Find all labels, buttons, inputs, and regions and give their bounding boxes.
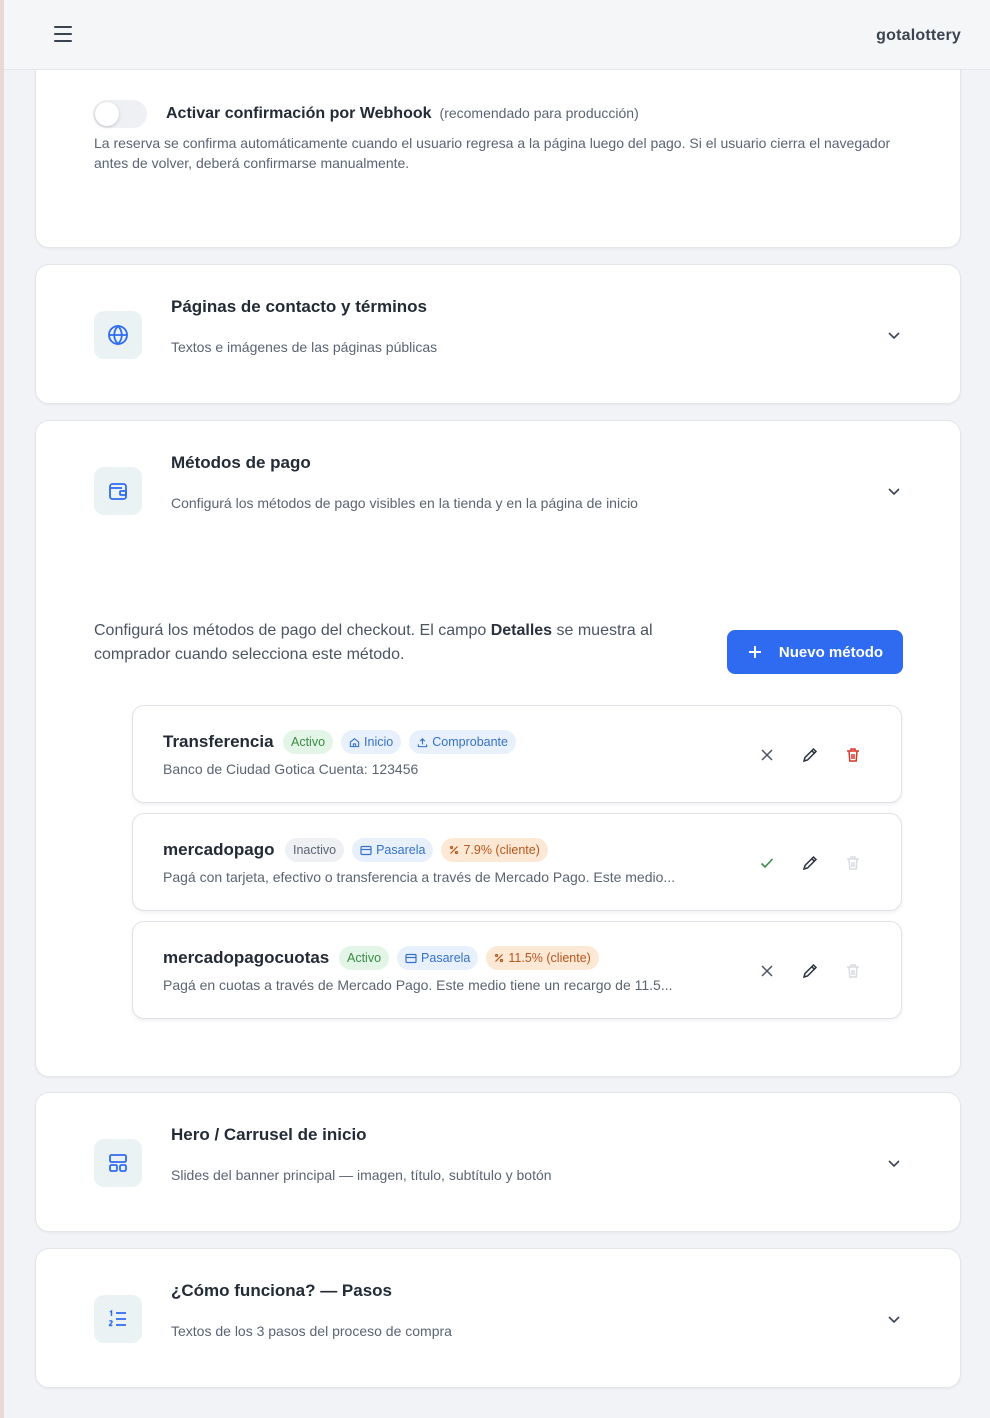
section-contact[interactable]: Páginas de contacto y términos Textos e … [35, 264, 961, 404]
plus-icon [748, 646, 761, 658]
home-icon [349, 737, 360, 747]
chevron-down-icon[interactable] [886, 327, 902, 343]
method-name: Transferencia [163, 732, 274, 751]
intro-text-bold: Detalles [490, 622, 553, 639]
edit-pencil-icon[interactable] [801, 962, 819, 980]
toggle-knob [95, 102, 119, 126]
section-payment-methods: Métodos de pago Configurá los métodos de… [35, 420, 961, 1077]
edit-pencil-icon[interactable] [801, 746, 819, 764]
badge-label: 11.5% (cliente) [508, 951, 591, 965]
intro-text-a: Configurá los métodos de pago del checko… [94, 622, 491, 639]
payment-method-row[interactable]: Transferencia Activo Inicio Comprobante … [132, 705, 902, 803]
webhook-title: Activar confirmación por Webhook (recomen… [166, 105, 639, 123]
status-badge: Activo [339, 946, 390, 970]
section-title: Hero / Carrusel de inicio [171, 1125, 367, 1144]
method-description: Pagá en cuotas a través de Mercado Pago.… [163, 977, 673, 993]
method-name: mercadopago [163, 840, 275, 859]
chevron-down-icon[interactable] [886, 1311, 902, 1327]
badge-label: Pasarela [421, 951, 471, 965]
status-badge: Inactivo [285, 838, 345, 862]
delete-trash-icon[interactable] [844, 746, 862, 764]
webhook-description: La reserva se confirma automáticamente c… [94, 135, 891, 171]
brand-name: gotalottery [876, 27, 961, 44]
section-subtitle: Configurá los métodos de pago visibles e… [171, 495, 638, 511]
section-how-it-works[interactable]: ¿Cómo funciona? — Pasos Textos de los 3 … [35, 1248, 961, 1388]
card-icon [360, 845, 372, 855]
method-name: mercadopagocuotas [163, 948, 330, 967]
webhook-toggle[interactable] [93, 100, 147, 128]
payments-intro: Configurá los métodos de pago del checko… [94, 619, 724, 667]
percent-icon [450, 845, 459, 855]
fee-badge: 7.9% (cliente) [441, 838, 548, 862]
card-icon [405, 953, 417, 963]
payment-method-row[interactable]: mercadopago Inactivo Pasarela 7.9% (clie… [132, 813, 902, 911]
section-title: Métodos de pago [171, 453, 311, 472]
menu-icon[interactable] [50, 26, 76, 46]
badge-label: Inicio [364, 735, 394, 749]
section-hero[interactable]: Hero / Carrusel de inicio Slides del ban… [35, 1092, 961, 1232]
layout-icon [94, 1139, 142, 1187]
wallet-icon [94, 467, 142, 515]
delete-trash-icon [847, 856, 859, 870]
receipt-badge: Comprobante [409, 730, 516, 754]
chevron-down-icon[interactable] [886, 483, 902, 499]
webhook-note: (recomendado para producción) [439, 105, 639, 121]
fee-badge: 11.5% (cliente) [486, 946, 599, 970]
new-method-button[interactable]: Nuevo método [727, 630, 903, 674]
activate-check-icon[interactable] [758, 854, 776, 872]
edit-pencil-icon[interactable] [801, 854, 819, 872]
method-badges: Activo Inicio Comprobante [283, 730, 516, 754]
home-badge: Inicio [341, 730, 402, 754]
delete-trash-icon [847, 964, 859, 978]
globe-icon [94, 311, 142, 359]
gateway-badge: Pasarela [397, 946, 479, 970]
top-bar: gotalottery [4, 0, 990, 70]
method-badges: Inactivo Pasarela 7.9% (cliente) [285, 838, 548, 862]
chevron-down-icon[interactable] [886, 1155, 902, 1171]
gateway-badge: Pasarela [352, 838, 434, 862]
section-title: ¿Cómo funciona? — Pasos [171, 1281, 393, 1300]
percent-icon [495, 953, 504, 963]
deactivate-x-icon[interactable] [758, 746, 776, 764]
webhook-title-text: Activar confirmación por Webhook [166, 105, 432, 122]
payment-method-row[interactable]: mercadopagocuotas Activo Pasarela 11.5% … [132, 921, 902, 1019]
status-badge: Activo [283, 730, 334, 754]
badge-label: Pasarela [376, 843, 426, 857]
method-description: Banco de Ciudad Gotica Cuenta: 123456 [163, 761, 419, 777]
section-subtitle: Slides del banner principal — imagen, tí… [171, 1167, 552, 1183]
section-subtitle: Textos e imágenes de las páginas pública… [171, 339, 438, 355]
section-subtitle: Textos de los 3 pasos del proceso de com… [171, 1323, 452, 1339]
numbered-list-icon [94, 1295, 142, 1343]
section-title: Páginas de contacto y términos [171, 297, 428, 316]
method-badges: Activo Pasarela 11.5% (cliente) [339, 946, 599, 970]
badge-label: Comprobante [432, 735, 508, 749]
deactivate-x-icon[interactable] [758, 962, 776, 980]
badge-label: 7.9% (cliente) [463, 843, 540, 857]
new-method-label: Nuevo método [778, 643, 884, 661]
method-description: Pagá con tarjeta, efectivo o transferenc… [163, 869, 676, 885]
window-edge [0, 0, 4, 1418]
upload-icon [418, 737, 428, 747]
webhook-card: Activar confirmación por Webhook (recomen… [35, 40, 961, 248]
